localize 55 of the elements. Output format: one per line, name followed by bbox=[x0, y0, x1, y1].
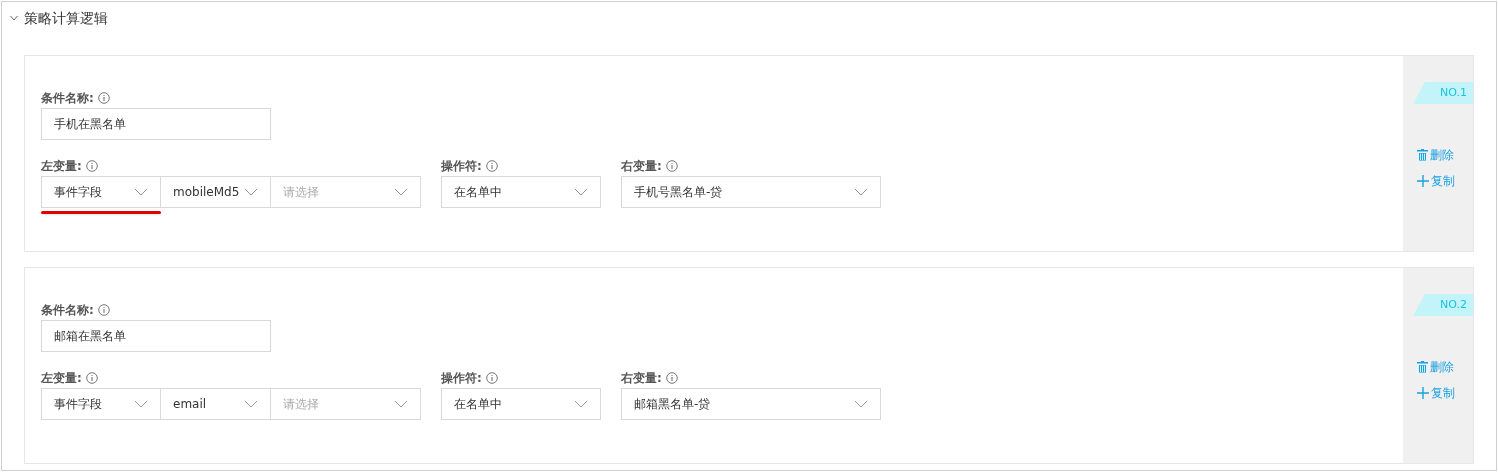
select-field[interactable]: email bbox=[160, 388, 271, 420]
select-field[interactable]: 事件字段 bbox=[41, 388, 161, 420]
select-value: 手机号黑名单-贷 bbox=[634, 184, 723, 201]
field-label: 条件名称: bbox=[41, 90, 94, 107]
select-value: 在名单中 bbox=[454, 396, 502, 413]
chevron-down-icon bbox=[574, 188, 588, 196]
section-header[interactable]: 策略计算逻辑 bbox=[10, 2, 108, 34]
plus-icon bbox=[1417, 175, 1429, 187]
name-input[interactable]: 邮箱在黑名单 bbox=[41, 320, 271, 352]
select-value: email bbox=[173, 396, 207, 413]
field-label: 右变量: bbox=[621, 370, 662, 387]
select-field[interactable]: 事件字段 bbox=[41, 176, 161, 208]
trash-icon bbox=[1417, 149, 1428, 161]
name-input[interactable]: 手机在黑名单 bbox=[41, 108, 271, 140]
select-field[interactable]: 邮箱黑名单-贷 bbox=[621, 388, 881, 420]
trash-icon bbox=[1417, 361, 1428, 373]
info-icon bbox=[665, 372, 678, 384]
select-placeholder: 请选择 bbox=[283, 396, 319, 413]
field-label: 操作符: bbox=[441, 158, 482, 175]
select-value: 事件字段 bbox=[54, 184, 102, 201]
input-value: 邮箱在黑名单 bbox=[54, 328, 126, 345]
input-value: 手机在黑名单 bbox=[54, 116, 126, 133]
chevron-down-icon bbox=[244, 400, 258, 408]
info-icon bbox=[485, 372, 498, 384]
field-label: 左变量: bbox=[41, 158, 82, 175]
chevron-down-icon bbox=[134, 188, 148, 196]
field-label: 右变量: bbox=[621, 158, 662, 175]
info-icon bbox=[665, 160, 678, 172]
select-value: 邮箱黑名单-贷 bbox=[634, 396, 711, 413]
chevron-down-icon bbox=[854, 400, 868, 408]
plus-icon bbox=[1417, 387, 1429, 399]
field-label: 条件名称: bbox=[41, 302, 94, 319]
info-icon bbox=[97, 304, 110, 316]
info-icon bbox=[97, 92, 110, 104]
info-icon bbox=[485, 160, 498, 172]
chevron-down-icon bbox=[394, 188, 408, 196]
field-label: 操作符: bbox=[441, 370, 482, 387]
number-badge: NO.2 bbox=[1413, 294, 1473, 316]
select-field[interactable]: 在名单中 bbox=[441, 176, 601, 208]
select-field[interactable]: mobileMd5 bbox=[160, 176, 271, 208]
select-value: mobileMd5 bbox=[173, 184, 240, 201]
number-badge: NO.1 bbox=[1413, 82, 1473, 104]
field-label: 左变量: bbox=[41, 370, 82, 387]
info-icon bbox=[85, 160, 98, 172]
chevron-down-icon bbox=[134, 400, 148, 408]
info-icon bbox=[85, 372, 98, 384]
select-field[interactable]: 手机号黑名单-贷 bbox=[621, 176, 881, 208]
chevron-down-icon bbox=[244, 188, 258, 196]
select-placeholder: 请选择 bbox=[283, 184, 319, 201]
select-value: 在名单中 bbox=[454, 184, 502, 201]
chevron-down-icon bbox=[394, 400, 408, 408]
chevron-down-icon bbox=[854, 188, 868, 196]
select-value: 事件字段 bbox=[54, 396, 102, 413]
select-field[interactable]: 在名单中 bbox=[441, 388, 601, 420]
chevron-down-icon bbox=[574, 400, 588, 408]
